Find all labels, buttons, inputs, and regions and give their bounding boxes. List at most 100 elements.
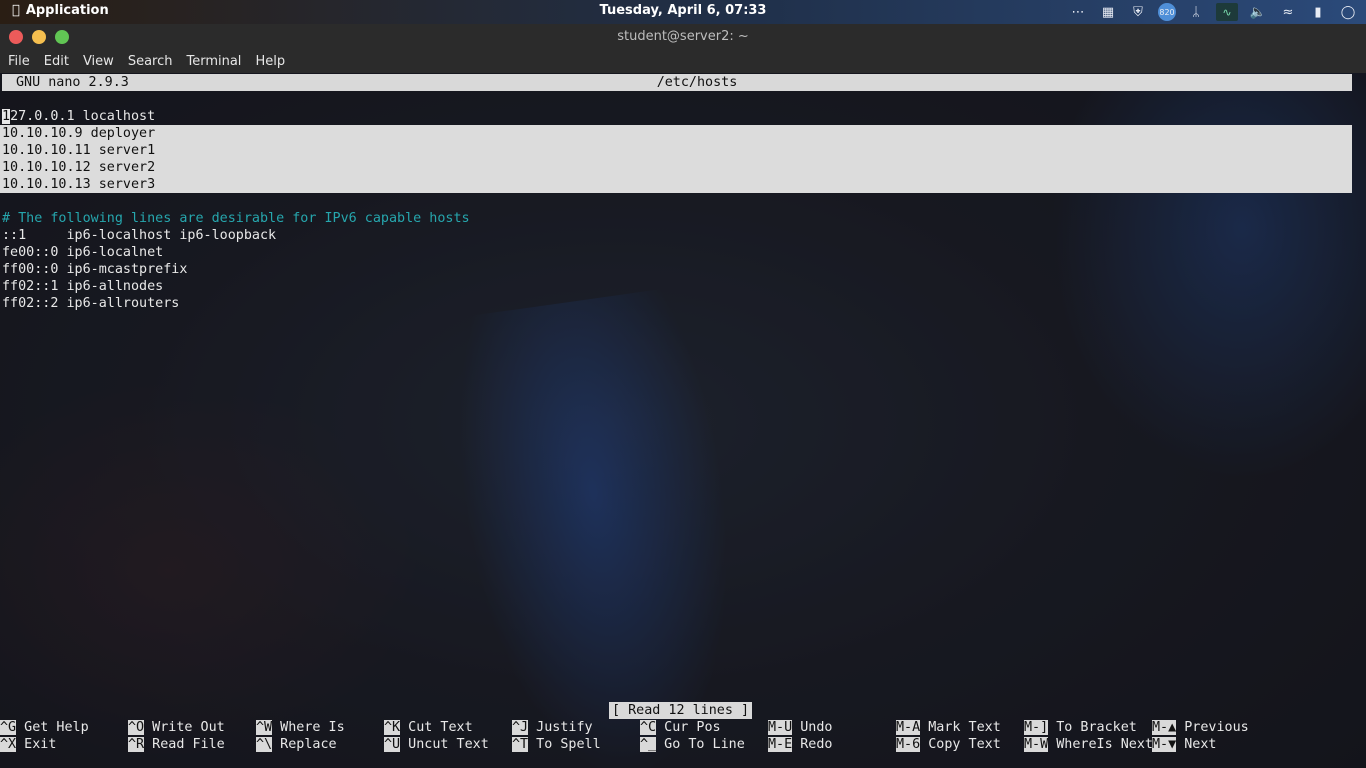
shortcut-key: ^W xyxy=(256,720,273,735)
menu-view[interactable]: View xyxy=(83,54,114,69)
selected-line[interactable]: 10.10.10.11 server1 xyxy=(0,142,1352,159)
menu-search[interactable]: Search xyxy=(128,54,173,69)
line-text: 10.10.10.12 server2 xyxy=(2,160,156,175)
shortcut-key: ^R xyxy=(128,737,145,752)
shortcut-next[interactable]: M-▼ Next xyxy=(1152,736,1217,753)
system-tray: ⋯ ▦ ⛨ 820 ᛦ ∿ 🔈 ≈ ▮ ◯ xyxy=(1068,2,1358,22)
shortcut-key: ^T xyxy=(512,737,529,752)
nano-filename: /etc/hosts xyxy=(656,75,738,90)
comment-line[interactable]: # The following lines are desirable for … xyxy=(2,210,470,227)
shortcut-key: M-W xyxy=(1024,737,1049,752)
shortcut-mark-text[interactable]: M-A Mark Text xyxy=(896,719,1001,736)
shortcut-label: Mark Text xyxy=(920,720,1001,735)
shortcut-key: M-6 xyxy=(896,737,921,752)
user-icon[interactable]: ◯ xyxy=(1338,2,1358,22)
editor-line[interactable]: ff02::1 ip6-allnodes xyxy=(2,278,163,295)
top-panel:  Application Tuesday, April 6, 07:33 ⋯ … xyxy=(0,0,1366,24)
shortcut-key: M-▲ xyxy=(1152,720,1177,735)
selected-line[interactable]: 10.10.10.9 deployer xyxy=(0,125,1352,142)
wifi-icon[interactable]: ≈ xyxy=(1278,2,1298,22)
shortcut-key: ^_ xyxy=(640,737,657,752)
shortcut-write-out[interactable]: ^O Write Out xyxy=(128,719,225,736)
editor-line[interactable]: ::1 ip6-localhost ip6-loopback xyxy=(2,227,276,244)
shortcut-key: M-U xyxy=(768,720,793,735)
shortcut-label: Justify xyxy=(528,720,593,735)
shortcut-read-file[interactable]: ^R Read File xyxy=(128,736,225,753)
system-monitor-icon[interactable]: ∿ xyxy=(1216,3,1238,21)
menu-help[interactable]: Help xyxy=(255,54,285,69)
more-icon[interactable]: ⋯ xyxy=(1068,2,1088,22)
shortcut-cur-pos[interactable]: ^C Cur Pos xyxy=(640,719,721,736)
shortcut-uncut-text[interactable]: ^U Uncut Text xyxy=(384,736,489,753)
shortcut-copy-text[interactable]: M-6 Copy Text xyxy=(896,736,1001,753)
shortcut-key: ^C xyxy=(640,720,657,735)
notification-badge: 820 xyxy=(1159,7,1175,17)
shortcut-redo[interactable]: M-E Redo xyxy=(768,736,833,753)
status-message: [ Read 12 lines ] xyxy=(609,702,753,719)
shortcut-key: M-] xyxy=(1024,720,1049,735)
battery-icon[interactable]: ▮ xyxy=(1308,2,1328,22)
line-text: 27.0.0.1 localhost xyxy=(10,109,156,124)
shortcut-label: Previous xyxy=(1176,720,1249,735)
menu-edit[interactable]: Edit xyxy=(44,54,69,69)
shortcut-key: M-▼ xyxy=(1152,737,1177,752)
selected-line[interactable]: 10.10.10.13 server3 xyxy=(0,176,1352,193)
editor-line[interactable]: fe00::0 ip6-localnet xyxy=(2,244,163,261)
window-titlebar[interactable]: student@server2: ~ xyxy=(0,24,1366,50)
shortcut-key: ^X xyxy=(0,737,17,752)
shortcut-label: Read File xyxy=(144,737,225,752)
shortcut-justify[interactable]: ^J Justify xyxy=(512,719,593,736)
shortcut-key: ^G xyxy=(0,720,17,735)
text-cursor: 1 xyxy=(2,109,11,124)
shortcut-go-to-line[interactable]: ^_ Go To Line xyxy=(640,736,745,753)
editor-line[interactable]: ff02::2 ip6-allrouters xyxy=(2,295,179,312)
shortcut-key: ^U xyxy=(384,737,401,752)
shortcut-label: Copy Text xyxy=(920,737,1001,752)
nano-header: GNU nano 2.9.3 /etc/hosts xyxy=(2,74,1352,91)
volume-icon[interactable]: 🔈 xyxy=(1248,2,1268,22)
menu-file[interactable]: File xyxy=(8,54,30,69)
shortcut-label: Cur Pos xyxy=(656,720,721,735)
shortcut-key: M-E xyxy=(768,737,793,752)
shortcut-whereis-next[interactable]: M-W WhereIs Next xyxy=(1024,736,1153,753)
telegram-icon[interactable]: 820 xyxy=(1158,3,1176,21)
line-text: 10.10.10.9 deployer xyxy=(2,126,156,141)
shortcut-label: Get Help xyxy=(16,720,89,735)
bluetooth-icon[interactable]: ᛦ xyxy=(1186,2,1206,22)
shortcut-to-bracket[interactable]: M-] To Bracket xyxy=(1024,719,1137,736)
shortcut-key: ^K xyxy=(384,720,401,735)
selected-line[interactable]: 10.10.10.12 server2 xyxy=(0,159,1352,176)
shortcut-label: Next xyxy=(1176,737,1217,752)
shortcut-key: ^\ xyxy=(256,737,273,752)
shortcut-label: Go To Line xyxy=(656,737,745,752)
menu-bar: File Edit View Search Terminal Help xyxy=(0,50,1366,73)
shortcut-exit[interactable]: ^X Exit xyxy=(0,736,56,753)
shortcut-replace[interactable]: ^\ Replace xyxy=(256,736,337,753)
shortcut-to-spell[interactable]: ^T To Spell xyxy=(512,736,601,753)
terminal-area[interactable]: GNU nano 2.9.3 /etc/hosts 127.0.0.1 loca… xyxy=(0,73,1366,768)
shortcut-label: Where Is xyxy=(272,720,345,735)
shortcut-undo[interactable]: M-U Undo xyxy=(768,719,833,736)
shortcut-label: To Bracket xyxy=(1048,720,1137,735)
apps-grid-icon[interactable]: ▦ xyxy=(1098,2,1118,22)
line-text: 10.10.10.13 server3 xyxy=(2,177,156,192)
shortcut-bar: ^G Get Help ^X Exit ^O Write Out ^R Read… xyxy=(0,719,1366,753)
shield-icon[interactable]: ⛨ xyxy=(1128,2,1148,22)
shortcut-label: Uncut Text xyxy=(400,737,489,752)
shortcut-where-is[interactable]: ^W Where Is xyxy=(256,719,345,736)
shortcut-label: WhereIs Next xyxy=(1048,737,1153,752)
shortcut-label: Exit xyxy=(16,737,57,752)
shortcut-label: Cut Text xyxy=(400,720,473,735)
editor-line[interactable]: ff00::0 ip6-mcastprefix xyxy=(2,261,187,278)
shortcut-get-help[interactable]: ^G Get Help xyxy=(0,719,89,736)
shortcut-label: Redo xyxy=(792,737,833,752)
shortcut-label: Write Out xyxy=(144,720,225,735)
shortcut-label: Replace xyxy=(272,737,337,752)
menu-terminal[interactable]: Terminal xyxy=(186,54,241,69)
shortcut-key: ^J xyxy=(512,720,529,735)
editor-line[interactable]: 127.0.0.1 localhost xyxy=(2,108,155,125)
shortcut-key: ^O xyxy=(128,720,145,735)
window-title: student@server2: ~ xyxy=(617,29,749,44)
shortcut-previous[interactable]: M-▲ Previous xyxy=(1152,719,1249,736)
shortcut-cut-text[interactable]: ^K Cut Text xyxy=(384,719,473,736)
